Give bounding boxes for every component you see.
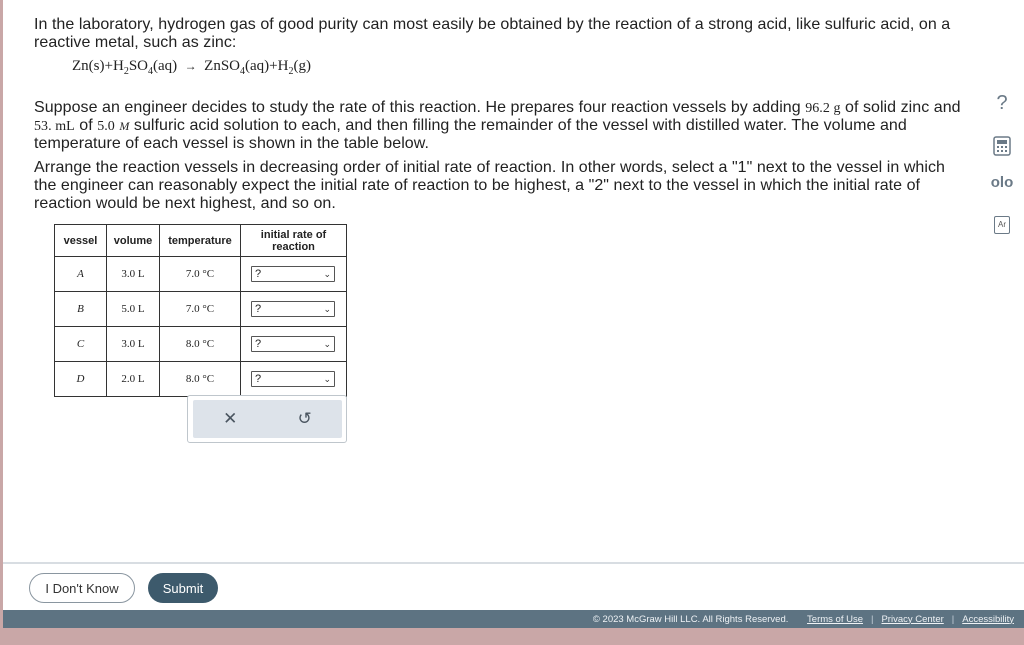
question-instructions: Arrange the reaction vessels in decreasi… [34, 159, 945, 212]
acid-volume: 53. mL [34, 119, 75, 134]
table-row: D 2.0 L 8.0 °C ? ⌄ [54, 361, 347, 397]
calculator-icon[interactable] [990, 136, 1014, 161]
table-row: A 3.0 L 7.0 °C ? ⌄ [54, 256, 347, 292]
rank-select-c[interactable]: ? ⌄ [251, 336, 335, 352]
question-intro: In the laboratory, hydrogen gas of good … [34, 16, 951, 51]
copyright-text: © 2023 McGraw Hill LLC. All Rights Reser… [592, 613, 789, 625]
chevron-down-icon: ⌄ [323, 338, 331, 349]
accessibility-link[interactable]: Accessibility [962, 614, 1014, 625]
acid-concentration: 5.0 [97, 119, 115, 134]
rank-select-b[interactable]: ? ⌄ [251, 301, 335, 317]
table-row: C 3.0 L 8.0 °C ? ⌄ [54, 326, 347, 362]
clear-icon[interactable]: ✕ [210, 409, 250, 429]
terms-link[interactable]: Terms of Use [807, 614, 863, 625]
rank-select-a[interactable]: ? ⌄ [251, 266, 335, 282]
vessel-temperature: 8.0 °C [159, 326, 241, 362]
vessel-temperature: 8.0 °C [159, 361, 241, 397]
submit-button[interactable]: Submit [148, 573, 218, 603]
vessel-temperature: 7.0 °C [159, 291, 241, 327]
data-graph-icon[interactable]: olo [990, 174, 1014, 191]
header-volume: volume [106, 224, 160, 257]
vessel-label: D [54, 361, 107, 397]
undo-icon[interactable]: ↺ [285, 409, 325, 429]
table-row: B 5.0 L 7.0 °C ? ⌄ [54, 291, 347, 327]
help-icon[interactable]: ? [990, 92, 1014, 115]
zinc-mass: 96.2 g [805, 101, 841, 116]
vessel-temperature: 7.0 °C [159, 256, 241, 292]
chevron-down-icon: ⌄ [323, 303, 331, 314]
vessel-volume: 3.0 L [106, 256, 160, 292]
vessel-volume: 5.0 L [106, 291, 160, 327]
header-vessel: vessel [54, 224, 107, 257]
privacy-link[interactable]: Privacy Center [881, 614, 943, 625]
dont-know-button[interactable]: I Don't Know [29, 573, 135, 603]
periodic-table-icon[interactable]: Ar [990, 214, 1014, 234]
header-temperature: temperature [159, 224, 241, 257]
answer-actions: ✕ ↺ [187, 395, 347, 443]
divider [3, 562, 1024, 564]
vessel-volume: 2.0 L [106, 361, 160, 397]
reaction-equation: Zn(s)+H2SO4(aq) → ZnSO4(aq)+H2(g) [72, 58, 311, 77]
question-setup: Suppose an engineer decides to study the… [34, 99, 961, 152]
footer: © 2023 McGraw Hill LLC. All Rights Reser… [3, 610, 1024, 628]
vessel-volume: 3.0 L [106, 326, 160, 362]
header-initial-rate: initial rate of reaction [240, 224, 347, 257]
rank-select-d[interactable]: ? ⌄ [251, 371, 335, 387]
vessel-label: B [54, 291, 107, 327]
vessel-label: A [54, 256, 107, 292]
chevron-down-icon: ⌄ [323, 268, 331, 279]
vessel-label: C [54, 326, 107, 362]
chevron-down-icon: ⌄ [323, 373, 331, 384]
vessel-table: vessel volume temperature initial rate o… [54, 224, 347, 397]
